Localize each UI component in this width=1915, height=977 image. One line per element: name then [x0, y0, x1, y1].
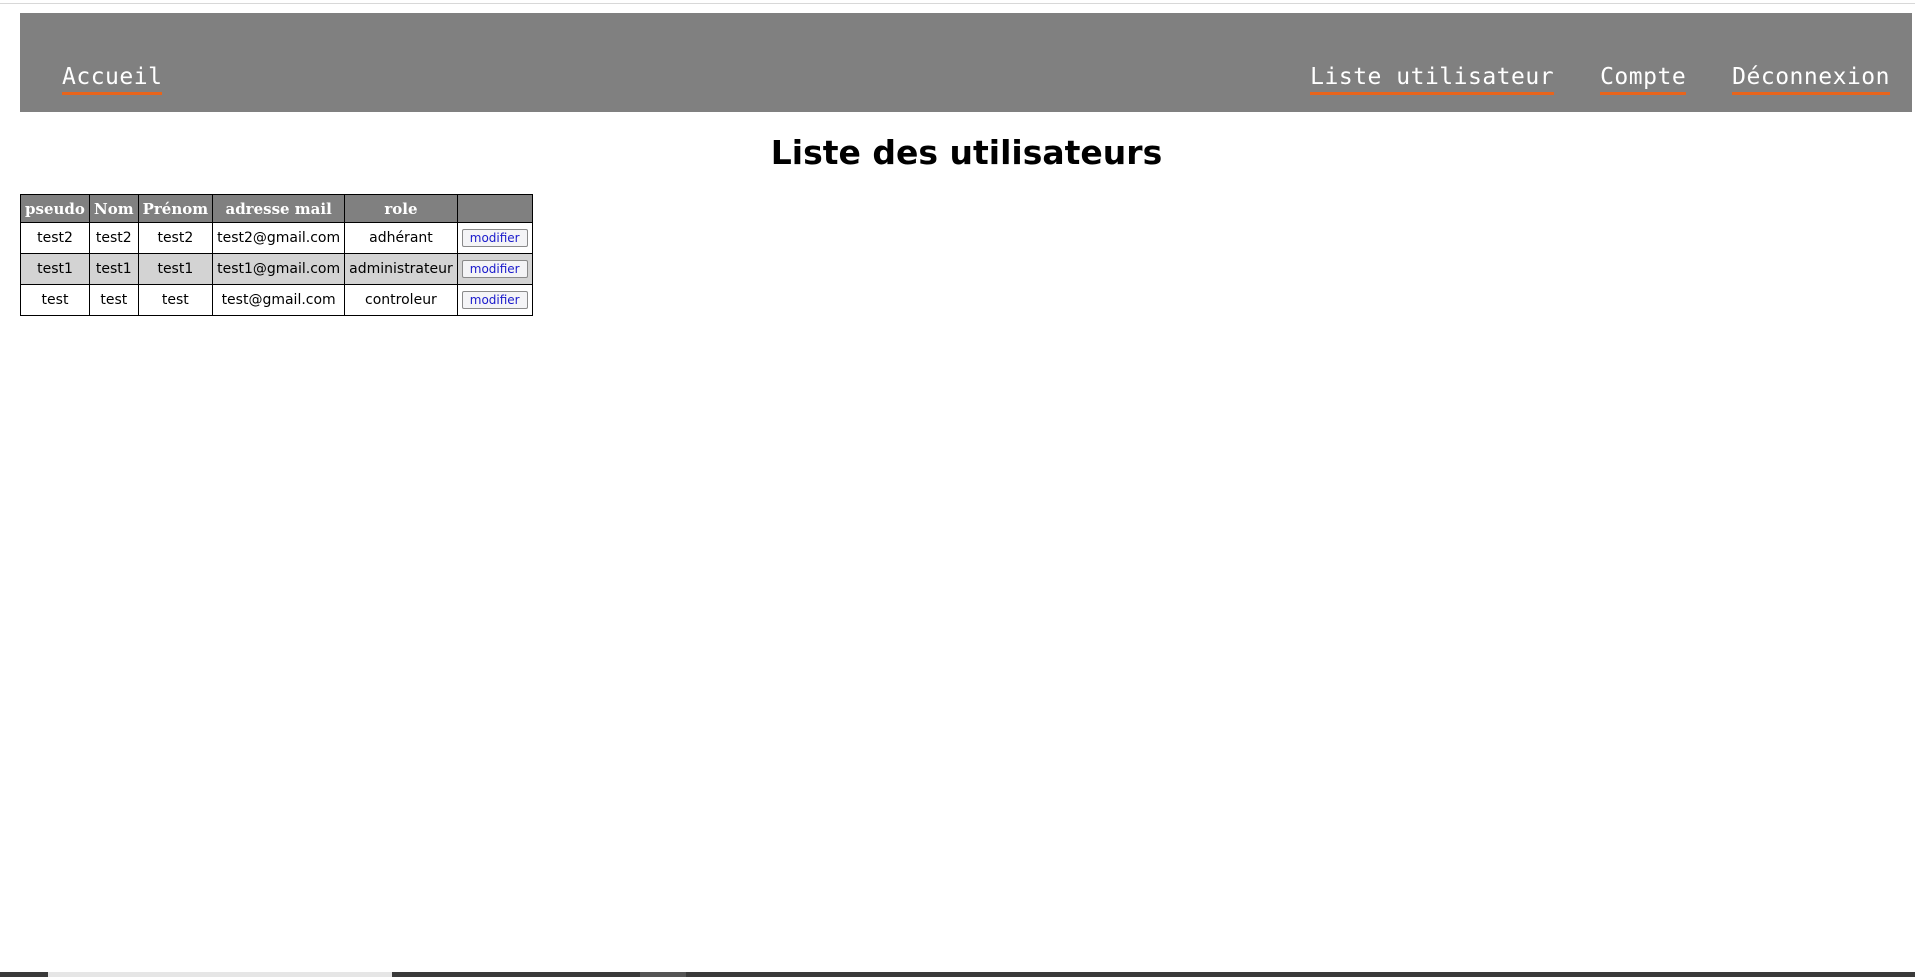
nav-right-group: Liste utilisateur Compte Déconnexion [1310, 63, 1890, 95]
cell-action: modifier [456, 253, 533, 285]
scrollbar-segment [640, 972, 686, 977]
cell-role: adhérant [344, 222, 458, 254]
modifier-button[interactable]: modifier [461, 260, 528, 278]
table-row: test test test test@gmail.com controleur… [20, 284, 533, 316]
cell-pseudo: test2 [20, 222, 90, 254]
users-table: pseudo Nom Prénom adresse mail role test… [20, 194, 533, 316]
cell-prenom: test2 [137, 222, 214, 254]
horizontal-scrollbar[interactable] [0, 972, 1915, 977]
header-action [456, 194, 533, 223]
cell-action: modifier [456, 284, 533, 316]
cell-role: administrateur [344, 253, 458, 285]
modifier-button[interactable]: modifier [461, 291, 528, 309]
cell-nom: test2 [89, 222, 139, 254]
nav-link-deconnexion[interactable]: Déconnexion [1732, 63, 1890, 95]
nav-link-accueil[interactable]: Accueil [62, 63, 163, 95]
table-row: test1 test1 test1 test1@gmail.com admini… [20, 253, 533, 285]
navbar: Accueil Liste utilisateur Compte Déconne… [20, 13, 1912, 112]
cell-pseudo: test1 [20, 253, 90, 285]
cell-prenom: test1 [137, 253, 214, 285]
modifier-button[interactable]: modifier [461, 229, 528, 247]
header-nom: Nom [89, 194, 139, 223]
cell-prenom: test [137, 284, 214, 316]
cell-email: test1@gmail.com [212, 253, 346, 285]
cell-action: modifier [456, 222, 533, 254]
table-header-row: pseudo Nom Prénom adresse mail role [20, 194, 533, 223]
header-pseudo: pseudo [20, 194, 90, 223]
cell-role: controleur [344, 284, 458, 316]
page-title: Liste des utilisateurs [770, 133, 1163, 172]
scrollbar-thumb[interactable] [48, 972, 392, 977]
page: Accueil Liste utilisateur Compte Déconne… [0, 0, 1915, 977]
header-role: role [344, 194, 458, 223]
cell-nom: test [89, 284, 139, 316]
header-prenom: Prénom [137, 194, 214, 223]
top-rule [0, 3, 1915, 4]
nav-link-compte[interactable]: Compte [1600, 63, 1687, 95]
cell-pseudo: test [20, 284, 90, 316]
cell-email: test@gmail.com [212, 284, 346, 316]
header-email: adresse mail [212, 194, 346, 223]
cell-email: test2@gmail.com [212, 222, 346, 254]
table-row: test2 test2 test2 test2@gmail.com adhéra… [20, 222, 533, 254]
cell-nom: test1 [89, 253, 139, 285]
nav-link-liste-utilisateur[interactable]: Liste utilisateur [1310, 63, 1555, 95]
